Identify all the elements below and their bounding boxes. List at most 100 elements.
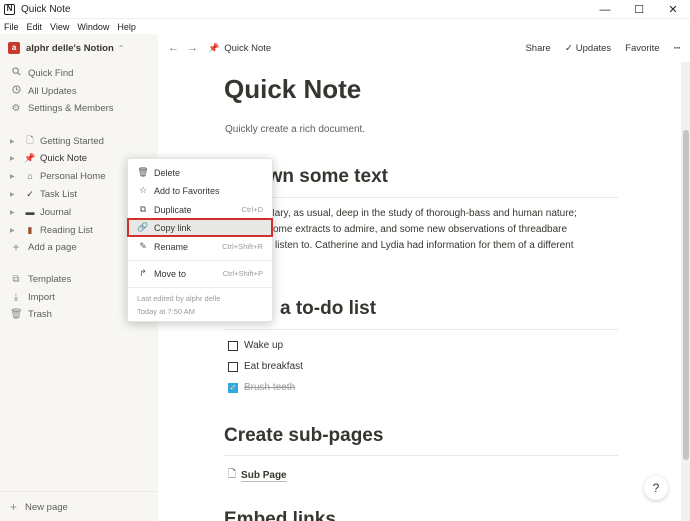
- heading-todo-list[interactable]: a to-do list: [280, 298, 376, 320]
- back-arrow-icon[interactable]: ←: [168, 42, 179, 54]
- maximize-button[interactable]: ☐: [622, 0, 656, 19]
- triangle-right-icon[interactable]: ▶: [10, 227, 18, 234]
- sidebar-settings[interactable]: ⚙ Settings & Members: [10, 101, 114, 115]
- triangle-right-icon[interactable]: ▶: [10, 209, 18, 216]
- sidebar-page-quick-note[interactable]: ▶ 📌 Quick Note: [10, 151, 87, 165]
- new-page-button[interactable]: + New page: [10, 500, 68, 514]
- workspace-name: alphr delle's Notion: [26, 42, 114, 54]
- minimize-button[interactable]: —: [588, 0, 622, 19]
- last-edited-time: Today at 7:50 AM: [137, 307, 195, 316]
- checkbox-checked[interactable]: ✓: [228, 382, 238, 393]
- shortcut-label: Ctrl+Shift+R: [222, 242, 263, 251]
- book-icon: ▬: [25, 207, 35, 217]
- updates-button[interactable]: ✓ Updates: [565, 43, 611, 54]
- sub-page-label: Sub Page: [241, 469, 287, 482]
- workspace-avatar: a: [8, 42, 20, 54]
- gear-icon: ⚙: [11, 102, 21, 114]
- download-icon: ⤓: [13, 291, 19, 303]
- title-bar: N Quick Note — ☐ ✕: [0, 0, 690, 19]
- heading-sub-pages[interactable]: Create sub-pages: [224, 425, 383, 447]
- todo-label: Eat breakfast: [244, 361, 303, 372]
- menu-item-label: Duplicate: [154, 204, 192, 215]
- menu-view[interactable]: View: [50, 22, 69, 32]
- page-title[interactable]: Quick Note: [224, 74, 361, 105]
- divider: [224, 197, 618, 198]
- triangle-right-icon[interactable]: ▶: [10, 173, 18, 180]
- sidebar-import[interactable]: ⤓ Import: [10, 290, 55, 304]
- shapes-icon: ⧉: [12, 273, 20, 285]
- shortcut-label: Ctrl+Shift+P: [222, 269, 263, 278]
- chevron-updown-icon: ⌃: [117, 43, 125, 53]
- menu-item-add-to-favorites[interactable]: ☆ Add to Favorites: [128, 182, 272, 199]
- triangle-right-icon[interactable]: ▶: [10, 155, 18, 162]
- books-icon: ▮: [27, 224, 33, 235]
- divider: [224, 455, 618, 456]
- sidebar-page-getting-started[interactable]: ▶ 🗋 Getting Started: [10, 134, 104, 148]
- menu-help[interactable]: Help: [117, 22, 136, 32]
- heading-write-text[interactable]: own some text: [256, 166, 388, 188]
- menu-bar: File Edit View Window Help: [0, 19, 690, 34]
- trash-icon: 🗑: [10, 308, 23, 320]
- help-button[interactable]: ?: [644, 476, 668, 500]
- menu-separator: [128, 287, 272, 288]
- paragraph-block[interactable]: d Mary, as usual, deep in the study of t…: [224, 206, 624, 254]
- sidebar-trash[interactable]: 🗑 Trash: [10, 307, 52, 321]
- paragraph-line: listen to. Catherine and Lydia had infor…: [275, 240, 574, 251]
- sidebar-all-updates[interactable]: All Updates: [10, 84, 77, 98]
- clock-icon: [10, 85, 22, 97]
- edit-icon: ✎: [139, 241, 147, 251]
- window-controls: — ☐ ✕: [588, 0, 690, 19]
- search-icon: [10, 67, 22, 79]
- duplicate-icon: ⧉: [139, 204, 147, 214]
- menu-item-copy-link[interactable]: 🔗 Copy link: [127, 218, 273, 237]
- sidebar-page-journal[interactable]: ▶ ▬ Journal: [10, 205, 71, 219]
- menu-item-move-to[interactable]: ↱ Move to Ctrl+Shift+P: [128, 265, 272, 282]
- todo-item[interactable]: ✓ Brush teeth: [228, 382, 295, 393]
- paragraph-line: ome extracts to admire, and some new obs…: [273, 224, 568, 235]
- sidebar-divider: [0, 491, 158, 492]
- checkbox[interactable]: [228, 340, 238, 351]
- forward-arrow-icon[interactable]: →: [187, 42, 198, 54]
- sidebar-item-label: Task List: [40, 188, 77, 200]
- sub-page-link[interactable]: 🗋 Sub Page: [228, 467, 287, 484]
- menu-item-duplicate[interactable]: ⧉ Duplicate Ctrl+D: [128, 201, 272, 218]
- top-actions: Share ✓ Updates Favorite ···: [511, 34, 680, 62]
- sidebar-templates[interactable]: ⧉ Templates: [10, 272, 71, 286]
- sidebar-item-label: Quick Note: [40, 152, 87, 164]
- menu-window[interactable]: Window: [77, 22, 109, 32]
- heading-embed-links[interactable]: Embed links: [224, 509, 336, 521]
- trash-icon: 🗑: [137, 167, 149, 177]
- triangle-right-icon[interactable]: ▶: [10, 138, 18, 145]
- menu-item-delete[interactable]: 🗑 Delete: [128, 164, 272, 181]
- sidebar-quick-find[interactable]: Quick Find: [10, 66, 73, 80]
- workspace-switcher[interactable]: a alphr delle's Notion ⌃: [8, 42, 124, 54]
- todo-item[interactable]: Wake up: [228, 340, 283, 351]
- notion-app-icon: N: [4, 3, 15, 15]
- menu-file[interactable]: File: [4, 22, 19, 32]
- share-button[interactable]: Share: [525, 43, 550, 54]
- menu-item-label: Delete: [154, 167, 181, 178]
- sidebar-page-personal-home[interactable]: ▶ ⌂ Personal Home: [10, 169, 105, 183]
- triangle-right-icon[interactable]: ▶: [10, 191, 18, 198]
- favorite-button[interactable]: Favorite: [625, 43, 659, 54]
- scrollbar-thumb[interactable]: [683, 130, 689, 460]
- menu-item-label: Add to Favorites: [154, 185, 220, 196]
- page-context-menu: 🗑 Delete ☆ Add to Favorites ⧉ Duplicate …: [127, 158, 273, 322]
- todo-label: Wake up: [244, 340, 284, 351]
- breadcrumb[interactable]: Quick Note: [224, 43, 271, 54]
- todo-item[interactable]: Eat breakfast: [228, 361, 303, 372]
- sidebar-page-task-list[interactable]: ▶ ✓ Task List: [10, 187, 77, 201]
- add-page-button[interactable]: + Add a page: [10, 240, 76, 254]
- page-subtitle[interactable]: Quickly create a rich document.: [225, 124, 365, 135]
- close-button[interactable]: ✕: [656, 0, 690, 19]
- sidebar-page-reading-list[interactable]: ▶ ▮ Reading List: [10, 223, 93, 237]
- star-icon: ☆: [138, 185, 148, 195]
- checkbox[interactable]: [228, 361, 238, 372]
- sidebar-item-label: All Updates: [28, 85, 77, 97]
- menu-item-rename[interactable]: ✎ Rename Ctrl+Shift+R: [128, 238, 272, 255]
- more-options-icon[interactable]: ···: [674, 43, 681, 54]
- sidebar-item-label: Quick Find: [28, 67, 74, 79]
- pin-icon: 📌: [24, 152, 36, 163]
- menu-edit[interactable]: Edit: [27, 22, 43, 32]
- todo-label: Brush teeth: [244, 382, 296, 393]
